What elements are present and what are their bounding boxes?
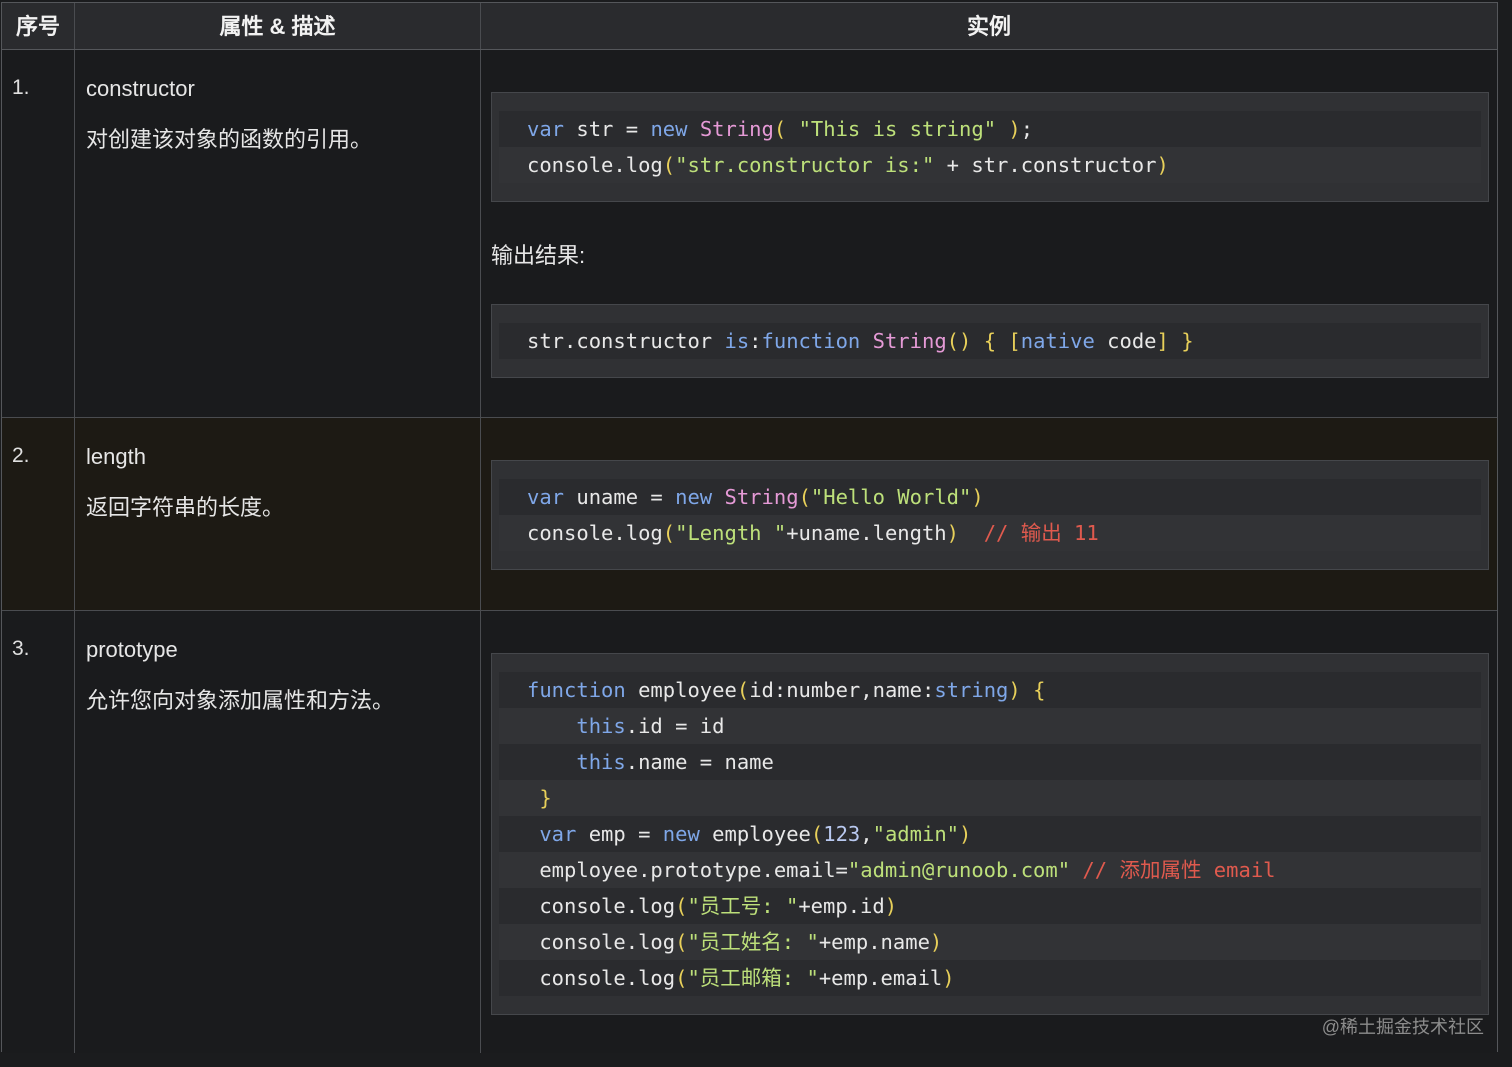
table-row: 1. constructor 对创建该对象的函数的引用。 var str = n… bbox=[2, 50, 1497, 418]
code-line: this.name = name bbox=[499, 744, 1481, 780]
code-block[interactable]: var uname = new String("Hello World") co… bbox=[491, 460, 1489, 570]
code-block[interactable]: function employee(id:number,name:string)… bbox=[491, 653, 1489, 1015]
property-desc: 允许您向对象添加属性和方法。 bbox=[86, 688, 395, 713]
property-desc: 返回字符串的长度。 bbox=[86, 495, 285, 520]
code-line: str.constructor is:function String() { [… bbox=[499, 323, 1481, 359]
table-row: 2. length 返回字符串的长度。 var uname = new Stri… bbox=[2, 418, 1497, 611]
property-name: length bbox=[86, 444, 146, 469]
code-block[interactable]: var str = new String( "This is string" )… bbox=[491, 92, 1489, 202]
code-line: console.log("员工邮箱: "+emp.email) bbox=[499, 960, 1481, 996]
header-index: 序号 bbox=[2, 3, 75, 49]
code-line: console.log("员工号: "+emp.id) bbox=[499, 888, 1481, 924]
output-label: 输出结果: bbox=[491, 243, 586, 268]
code-line: console.log("员工姓名: "+emp.name) bbox=[499, 924, 1481, 960]
code-line: this.id = id bbox=[499, 708, 1481, 744]
header-attr-desc: 属性 & 描述 bbox=[75, 3, 481, 49]
table-header: 序号 属性 & 描述 实例 bbox=[2, 3, 1497, 50]
properties-table: 序号 属性 & 描述 实例 1. constructor 对创建该对象的函数的引… bbox=[1, 2, 1498, 1053]
header-example: 实例 bbox=[966, 14, 1011, 39]
row-index: 1. bbox=[12, 76, 30, 99]
code-line: } bbox=[499, 780, 1481, 816]
code-line: var str = new String( "This is string" )… bbox=[499, 111, 1481, 147]
output-block[interactable]: str.constructor is:function String() { [… bbox=[491, 304, 1489, 378]
property-name: constructor bbox=[86, 76, 195, 101]
row-index: 3. bbox=[12, 637, 30, 660]
table-row: 3. prototype 允许您向对象添加属性和方法。 function emp… bbox=[2, 611, 1497, 1053]
code-line: var uname = new String("Hello World") bbox=[499, 479, 1481, 515]
code-line: employee.prototype.email="admin@runoob.c… bbox=[499, 852, 1481, 888]
watermark: @稀土掘金技术社区 bbox=[1321, 1017, 1484, 1037]
property-desc: 对创建该对象的函数的引用。 bbox=[86, 127, 373, 152]
code-line: function employee(id:number,name:string)… bbox=[499, 672, 1481, 708]
property-name: prototype bbox=[86, 637, 178, 662]
code-line: console.log("Length "+uname.length) // 输… bbox=[499, 515, 1481, 551]
code-line: console.log("str.constructor is:" + str.… bbox=[499, 147, 1481, 183]
row-index: 2. bbox=[12, 444, 30, 467]
code-line: var emp = new employee(123,"admin") bbox=[499, 816, 1481, 852]
